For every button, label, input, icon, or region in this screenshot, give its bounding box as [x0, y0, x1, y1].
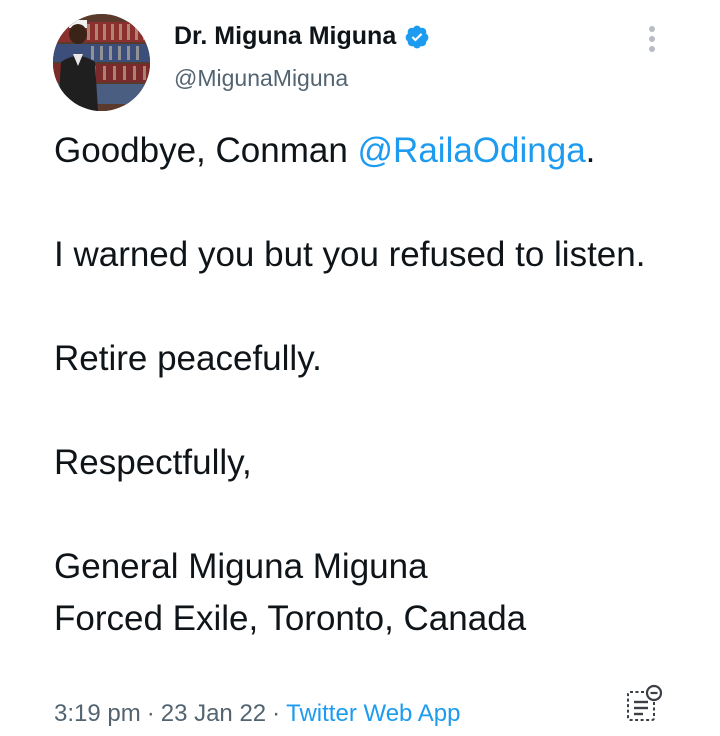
tweet-text-goodbye: Goodbye, Conman [54, 131, 358, 170]
tweet-text-period: . [585, 131, 596, 170]
tweet-metadata: 3:19 pm · 23 Jan 22 · Twitter Web App [54, 700, 460, 728]
meta-separator: · [146, 700, 155, 727]
tweet-card: Dr. Miguna Miguna @MigunaMiguna Goodbye,… [0, 0, 720, 736]
tweet-date[interactable]: 23 Jan 22 [161, 700, 266, 727]
avatar-image [53, 14, 150, 111]
avatar[interactable] [53, 14, 150, 111]
tweet-paragraph-respectfully: Respectfully, [54, 443, 252, 482]
tweet-paragraph-retire: Retire peacefully. [54, 339, 322, 378]
mention-link[interactable]: @RailaOdinga [358, 131, 586, 170]
more-vertical-icon[interactable] [640, 22, 664, 56]
tweet-signature-name: General Miguna Miguna [54, 547, 428, 586]
tweet-paragraph-warned: I warned you but you refused to listen. [54, 235, 646, 274]
tweet-text: Goodbye, Conman @RailaOdinga. I warned y… [54, 125, 694, 645]
tweet-signature-location: Forced Exile, Toronto, Canada [54, 599, 527, 638]
author-name-text: Dr. Miguna Miguna [174, 22, 397, 50]
tweet-line-goodbye: Goodbye, Conman @RailaOdinga. [54, 125, 694, 177]
tweet-analytics-icon[interactable] [624, 684, 664, 724]
tweet-source-link[interactable]: Twitter Web App [286, 700, 460, 727]
tweet-time[interactable]: 3:19 pm [54, 700, 141, 727]
author-name[interactable]: Dr. Miguna Miguna [174, 22, 430, 51]
author-handle[interactable]: @MigunaMiguna [174, 65, 348, 92]
verified-badge-icon [404, 24, 430, 50]
meta-separator: · [272, 700, 281, 727]
